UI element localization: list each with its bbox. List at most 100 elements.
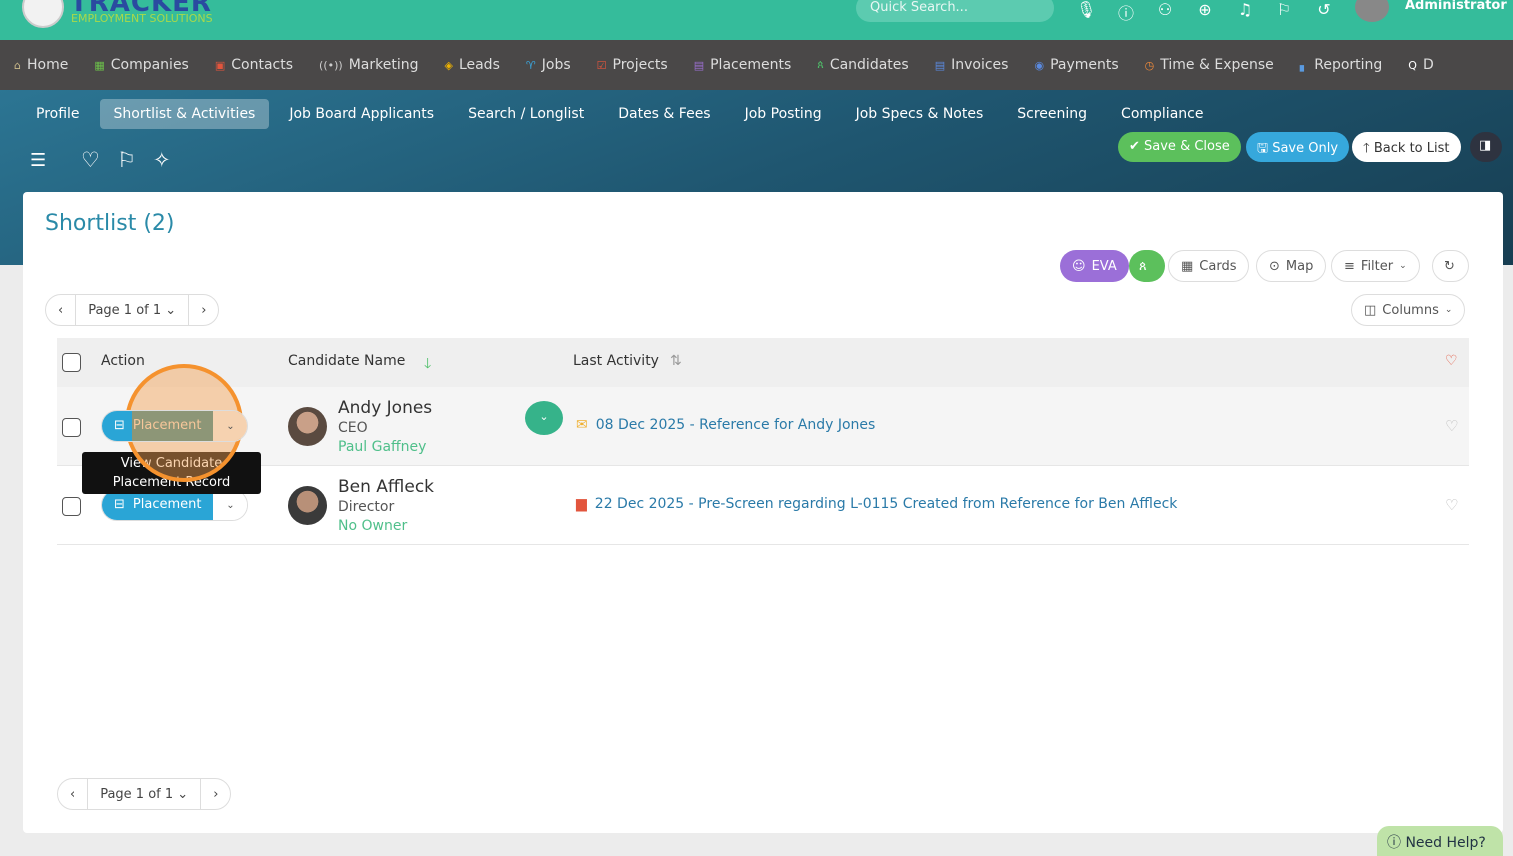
need-help-button[interactable]: ⓘ Need Help? [1377, 826, 1503, 856]
columns-icon: ◫ [1364, 302, 1377, 318]
placement-button[interactable]: ⊟ Placement ⌄ [101, 410, 249, 442]
nav-item-home[interactable]: ⌂ Home [14, 57, 68, 73]
last-activity[interactable]: ✉ 08 Dec 2025 - Reference for Andy Jones [576, 417, 875, 433]
refresh-icon: ↻ [1444, 258, 1455, 274]
sort-desc-icon[interactable]: 🡓 [424, 353, 431, 377]
add-icon[interactable]: ⊕ [1195, 0, 1215, 19]
quick-search-input[interactable]: Quick Search... [856, 0, 1054, 22]
nav-item-placements[interactable]: ▤ Placements [694, 57, 792, 73]
tab-shortlist-activities[interactable]: Shortlist & Activities [99, 99, 270, 129]
nav-item-leads[interactable]: ◈ Leads [444, 57, 499, 73]
tab-job-posting[interactable]: Job Posting [731, 99, 836, 129]
history-icon[interactable]: ↺ [1314, 0, 1334, 19]
nav-item-contacts[interactable]: ▣ Contacts [215, 57, 293, 73]
eva-button[interactable]: ☺ EVA [1060, 250, 1129, 282]
menu-indent-icon[interactable]: ☰ [30, 150, 46, 171]
column-last-activity[interactable]: Last Activity [573, 353, 659, 369]
page-select[interactable]: Page 1 of 1 ⌄ [75, 295, 190, 325]
page-select[interactable]: Page 1 of 1 ⌄ [87, 779, 202, 809]
map-button[interactable]: ⊙ Map [1256, 250, 1327, 282]
chevron-down-icon[interactable]: ⌄ [213, 490, 248, 520]
tab-profile[interactable]: Profile [22, 99, 94, 129]
filter-icon: ≡ [1344, 258, 1355, 274]
nav-label: Invoices [951, 57, 1009, 73]
nav-item-projects[interactable]: ☑ Projects [597, 57, 668, 73]
nav-icon: ◷ [1144, 58, 1155, 72]
tab-job-board-applicants[interactable]: Job Board Applicants [275, 99, 448, 129]
nav-item-reporting[interactable]: ▖ Reporting [1300, 57, 1383, 73]
next-page-button[interactable]: › [201, 779, 230, 809]
nav-item-invoices[interactable]: ▤ Invoices [935, 57, 1009, 73]
nav-icon: ((•)) [319, 58, 343, 72]
row-checkbox[interactable] [62, 497, 81, 516]
favourites-header-icon[interactable]: ♡ [1445, 353, 1458, 369]
flag-icon[interactable]: ⚐ [117, 148, 136, 172]
bell-icon[interactable]: ♫ [1235, 0, 1255, 19]
microphone-icon[interactable]: 🎙 [1076, 0, 1096, 19]
nav-item-d[interactable]: QD [1408, 57, 1433, 73]
cards-label: Cards [1199, 258, 1237, 274]
columns-button[interactable]: ◫ Columns ⌄ [1351, 294, 1466, 326]
candidate-role: Director [338, 499, 395, 515]
column-candidate-name[interactable]: Candidate Name [288, 353, 405, 369]
nav-item-time-expense[interactable]: ◷ Time & Expense [1145, 57, 1274, 73]
filter-label: Filter [1360, 258, 1394, 274]
pin-icon[interactable]: ✧ [153, 148, 171, 172]
nav-item-candidates[interactable]: ጰ Candidates [817, 57, 908, 73]
tab-dates-fees[interactable]: Dates & Fees [604, 99, 724, 129]
expand-button[interactable]: ⌄ [525, 401, 563, 435]
nav-icon: ☑ [596, 58, 607, 72]
candidate-name[interactable]: Andy Jones [338, 398, 432, 418]
tab-job-specs-notes[interactable]: Job Specs & Notes [842, 99, 998, 129]
tooltip: View Candidate Placement Record [82, 452, 261, 494]
nav-label: Contacts [231, 57, 294, 73]
heart-icon[interactable]: ♡ [81, 148, 100, 172]
help-icon[interactable]: ⓘ [1116, 0, 1136, 24]
filter-button[interactable]: ≡ Filter ⌄ [1331, 250, 1420, 282]
refresh-button[interactable]: ↻ [1432, 250, 1469, 282]
nav-item-payments[interactable]: ◉ Payments [1034, 57, 1118, 73]
next-page-button[interactable]: › [189, 295, 218, 325]
chevron-down-icon[interactable]: ⌄ [213, 411, 248, 441]
nav-label: Leads [458, 57, 500, 73]
nav-item-marketing[interactable]: ((•)) Marketing [319, 57, 418, 73]
candidate-owner[interactable]: No Owner [338, 518, 407, 534]
favourite-icon[interactable]: ♡ [1445, 417, 1458, 435]
prev-page-button[interactable]: ‹ [58, 779, 87, 809]
nav-icon: ⌂ [14, 58, 21, 72]
back-to-list-button[interactable]: 🡑 Back to List [1352, 132, 1461, 162]
flag-icon[interactable]: ⚐ [1274, 0, 1294, 19]
nav-icon: Q [1408, 58, 1417, 72]
select-all-checkbox[interactable] [62, 353, 81, 372]
cards-button[interactable]: ▦ Cards [1168, 250, 1250, 282]
nav-item-companies[interactable]: ▦ Companies [94, 57, 189, 73]
favourite-icon[interactable]: ♡ [1445, 496, 1458, 514]
panel-toggle-icon[interactable]: ◨ [1470, 132, 1502, 162]
prev-page-button[interactable]: ‹ [46, 295, 75, 325]
users-button[interactable]: ጰ [1129, 250, 1165, 282]
candidate-name[interactable]: Ben Affleck [338, 477, 434, 497]
last-activity[interactable]: ▆ 22 Dec 2025 - Pre-Screen regarding L-01… [576, 496, 1177, 512]
briefcase-icon: ⊟ [114, 418, 125, 433]
help-label: Need Help? [1405, 835, 1486, 851]
user-name[interactable]: Administrator [1405, 0, 1507, 13]
tab-compliance[interactable]: Compliance [1107, 99, 1217, 129]
avatar [288, 407, 327, 446]
email-icon: ✉ [576, 417, 588, 433]
nav-icon: ▤ [693, 58, 705, 72]
row-checkbox[interactable] [62, 418, 81, 437]
candidate-owner[interactable]: Paul Gaffney [338, 439, 426, 455]
tab-screening[interactable]: Screening [1003, 99, 1101, 129]
nav-label: Companies [110, 57, 189, 73]
save-only-button[interactable]: 🖫 Save Only [1246, 132, 1350, 162]
sort-icon[interactable]: ⇅ [670, 353, 682, 369]
tab-search-longlist[interactable]: Search / Longlist [454, 99, 598, 129]
nav-icon: ጰ [817, 58, 824, 71]
briefcase-icon: ⊟ [114, 497, 125, 512]
activity-text: 22 Dec 2025 - Pre-Screen regarding L-011… [594, 496, 1178, 512]
chat-icon[interactable]: ⚇ [1155, 0, 1175, 19]
save-close-button[interactable]: ✔ Save & Close [1118, 132, 1241, 162]
nav-item-jobs[interactable]: ♈ Jobs [526, 57, 571, 73]
nav-icon: ▖ [1299, 58, 1309, 72]
brand-tagline: EMPLOYMENT SOLUTIONS [71, 12, 213, 25]
